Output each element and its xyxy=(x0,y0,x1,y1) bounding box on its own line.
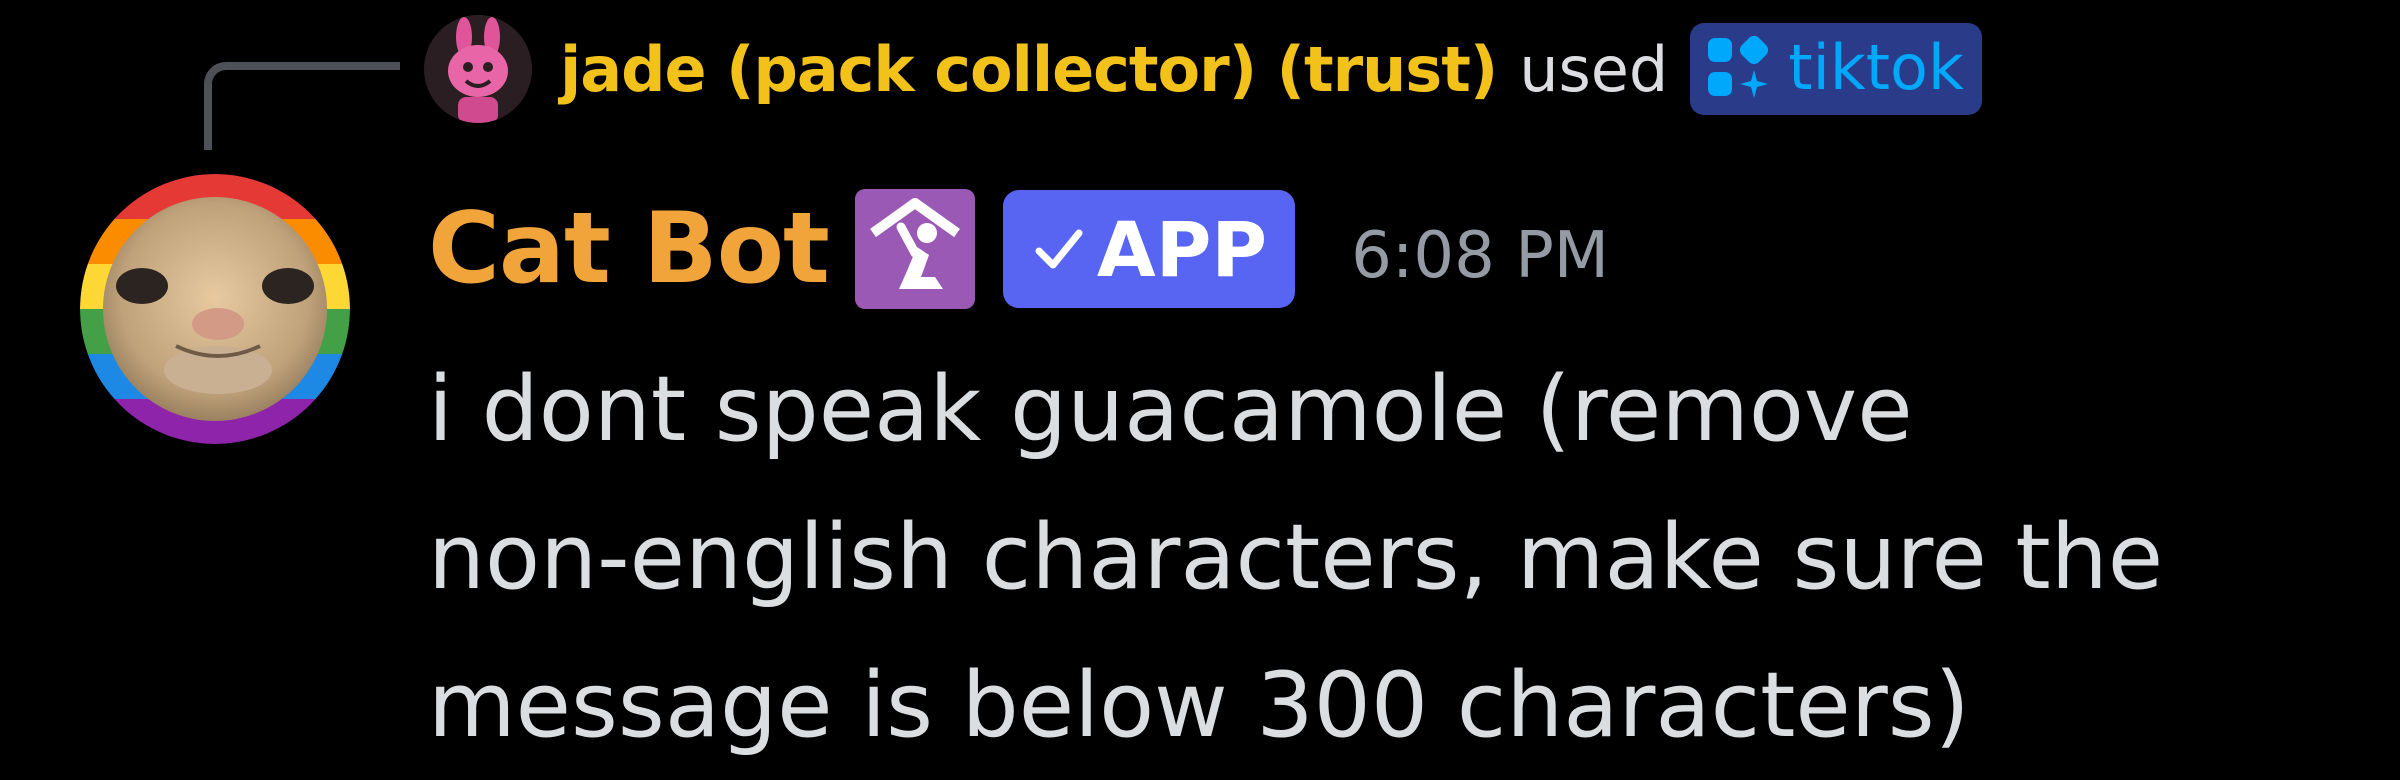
reply-avatar[interactable] xyxy=(424,15,532,123)
message-content: i dont speak guacamole (remove non-engli… xyxy=(428,357,2164,758)
command-name: tiktok xyxy=(1788,30,1964,104)
author-username[interactable]: Cat Bot xyxy=(428,192,830,306)
message-timestamp[interactable]: 6:08 PM xyxy=(1351,219,1609,293)
reply-used-text: used xyxy=(1519,32,1669,106)
kneeling-figure-role-icon[interactable] xyxy=(854,189,975,309)
reply-connector-line xyxy=(204,62,400,150)
app-badge: APP xyxy=(1002,190,1296,308)
reply-username[interactable]: jade (pack collector) (trust) xyxy=(560,33,1498,106)
app-command-icon xyxy=(1708,35,1769,98)
reply-context[interactable]: jade (pack collector) (trust) used tikto… xyxy=(424,14,1982,124)
app-badge-label: APP xyxy=(1096,204,1268,294)
check-icon xyxy=(1035,229,1083,269)
author-avatar[interactable] xyxy=(80,174,350,444)
command-pill[interactable]: tiktok xyxy=(1690,23,1982,115)
message-header: Cat Bot APP 6:08 PM xyxy=(428,184,1609,314)
